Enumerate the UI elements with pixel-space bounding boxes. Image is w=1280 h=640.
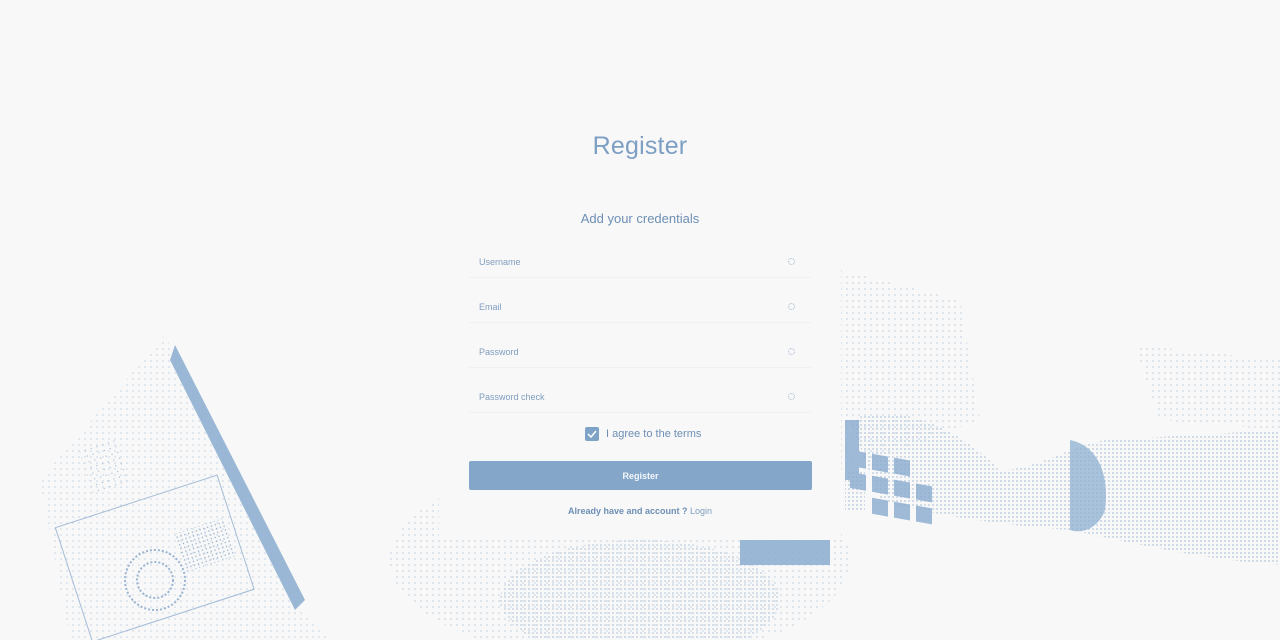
tablet-illustration	[40, 335, 330, 640]
terms-checkbox[interactable]	[585, 427, 599, 441]
form-subtitle: Add your credentials	[580, 211, 700, 226]
checkmark-icon	[587, 430, 597, 438]
login-prompt: Already have and account ? Login	[439, 506, 841, 516]
keyboard-illustration	[840, 270, 1280, 565]
password-status-icon	[788, 348, 795, 355]
password-field-row	[469, 337, 811, 368]
terms-agreement: I agree to the terms	[585, 426, 701, 442]
terms-label: I agree to the terms	[606, 428, 702, 440]
password-check-input[interactable]	[479, 382, 769, 412]
register-button[interactable]: Register	[469, 461, 812, 490]
username-field-row	[469, 247, 811, 278]
username-input[interactable]	[479, 247, 769, 277]
password-input[interactable]	[479, 337, 769, 367]
register-card: Add your credentials I agree to the term…	[439, 196, 841, 540]
email-field-row	[469, 292, 811, 323]
email-input[interactable]	[479, 292, 769, 322]
password-check-field-row	[469, 382, 811, 413]
email-status-icon	[788, 303, 795, 310]
username-status-icon	[788, 258, 795, 265]
page-title: Register	[592, 132, 688, 160]
login-link[interactable]: Login	[690, 506, 712, 516]
register-page: Register Add your credentials I agree	[0, 0, 1280, 640]
login-question: Already have and account ?	[567, 506, 690, 516]
password-check-status-icon	[788, 393, 795, 400]
